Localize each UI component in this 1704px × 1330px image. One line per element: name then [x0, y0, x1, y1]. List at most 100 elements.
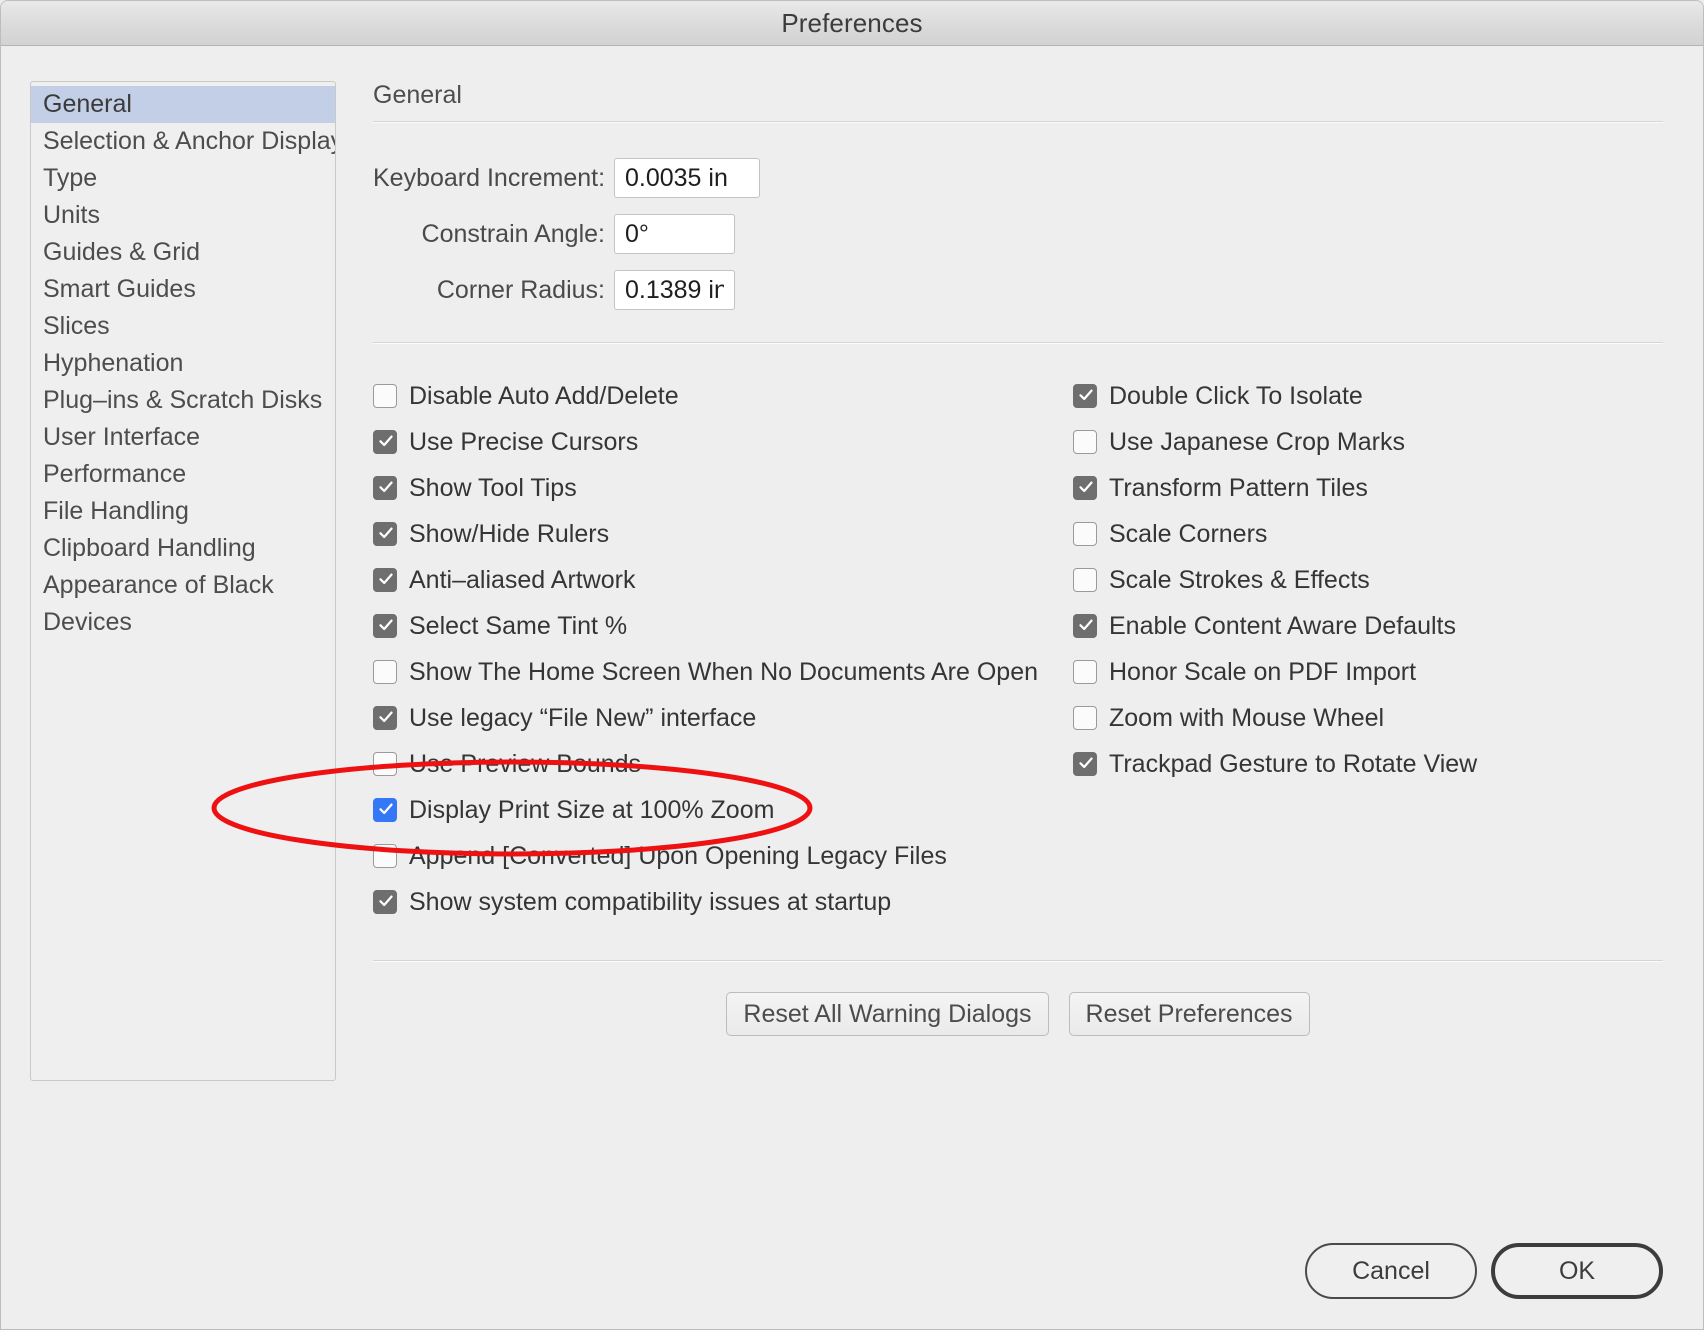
sidebar-item-appearance-of-black[interactable]: Appearance of Black: [31, 567, 335, 604]
checkbox-label: Append [Converted] Upon Opening Legacy F…: [409, 841, 947, 870]
checkbox-label: Zoom with Mouse Wheel: [1109, 703, 1385, 732]
checkbox-row[interactable]: Use Japanese Crop Marks: [1073, 419, 1633, 465]
checkbox-transform-pattern-tiles[interactable]: [1073, 476, 1097, 500]
keyboard-increment-input[interactable]: [614, 158, 760, 198]
checkbox-use-precise-cursors[interactable]: [373, 430, 397, 454]
checkbox-anti-aliased-artwork[interactable]: [373, 568, 397, 592]
checkbox-enable-content-aware-defaults[interactable]: [1073, 614, 1097, 638]
sidebar-item-label: Guides & Grid: [43, 238, 201, 266]
checkbox-zoom-with-mouse-wheel[interactable]: [1073, 706, 1097, 730]
checkbox-show-system-compatibility-issues-at-startup[interactable]: [373, 890, 397, 914]
checkbox-display-print-size-at-100-zoom[interactable]: [373, 798, 397, 822]
sidebar-item-units[interactable]: Units: [31, 197, 335, 234]
check-icon: [378, 709, 393, 725]
sidebar-item-smart-guides[interactable]: Smart Guides: [31, 271, 335, 308]
checkbox-show-tool-tips[interactable]: [373, 476, 397, 500]
checkbox-row[interactable]: Scale Strokes & Effects: [1073, 557, 1633, 603]
reset-all-warning-dialogs-button[interactable]: Reset All Warning Dialogs: [726, 992, 1049, 1036]
sidebar-item-hyphenation[interactable]: Hyphenation: [31, 345, 335, 382]
checkbox-use-preview-bounds[interactable]: [373, 752, 397, 776]
checkbox-label: Show The Home Screen When No Documents A…: [409, 657, 1039, 686]
window-title: Preferences: [781, 7, 923, 38]
checkbox-append-converted-upon-opening-legacy-files[interactable]: [373, 844, 397, 868]
checkbox-row[interactable]: Double Click To Isolate: [1073, 373, 1633, 419]
sidebar-item-label: Devices: [43, 608, 132, 636]
sidebar-item-label: Selection & Anchor Display: [43, 127, 336, 155]
checkbox-trackpad-gesture-to-rotate-view[interactable]: [1073, 752, 1097, 776]
field-row: Constrain Angle:: [373, 206, 1663, 262]
page-title: General: [373, 81, 462, 109]
checkbox-label: Use Precise Cursors: [409, 427, 639, 456]
checkbox-double-click-to-isolate[interactable]: [1073, 384, 1097, 408]
sidebar-item-type[interactable]: Type: [31, 160, 335, 197]
sidebar-item-label: User Interface: [43, 423, 201, 451]
checkbox-column-left: Disable Auto Add/Delete Use Precise Curso…: [373, 373, 1073, 925]
checkbox-scale-strokes-effects[interactable]: [1073, 568, 1097, 592]
checkbox-row[interactable]: Show Tool Tips: [373, 465, 1073, 511]
check-icon: [378, 433, 393, 449]
check-icon: [378, 801, 393, 817]
checkbox-row[interactable]: Disable Auto Add/Delete: [373, 373, 1073, 419]
sidebar-item-performance[interactable]: Performance: [31, 456, 335, 493]
checkbox-label: Anti–aliased Artwork: [409, 565, 636, 594]
checkbox-row[interactable]: Append [Converted] Upon Opening Legacy F…: [373, 833, 1073, 879]
checkbox-row[interactable]: Show system compatibility issues at star…: [373, 879, 1073, 925]
checkbox-row[interactable]: Use Preview Bounds: [373, 741, 1073, 787]
reset-preferences-button[interactable]: Reset Preferences: [1068, 992, 1310, 1036]
checkbox-row[interactable]: Display Print Size at 100% Zoom: [373, 787, 1073, 833]
checkbox-select-same-tint[interactable]: [373, 614, 397, 638]
sidebar-item-label: Slices: [43, 312, 110, 340]
preferences-category-list[interactable]: General Selection & Anchor Display Type Uni…: [30, 81, 336, 1081]
check-icon: [378, 479, 393, 495]
sidebar-item-selection-anchor-display[interactable]: Selection & Anchor Display: [31, 123, 335, 160]
checkbox-row[interactable]: Trackpad Gesture to Rotate View: [1073, 741, 1633, 787]
checkbox-row[interactable]: Zoom with Mouse Wheel: [1073, 695, 1633, 741]
checkbox-honor-scale-on-pdf-import[interactable]: [1073, 660, 1097, 684]
preferences-dialog: Preferences General Selection & Anchor Di…: [0, 0, 1704, 1330]
sidebar-item-label: Hyphenation: [43, 349, 184, 377]
constrain-angle-input[interactable]: [614, 214, 735, 254]
sidebar-item-devices[interactable]: Devices: [31, 604, 335, 641]
field-label: Keyboard Increment:: [373, 163, 606, 192]
cancel-button[interactable]: Cancel: [1305, 1243, 1477, 1299]
sidebar-item-label: Performance: [43, 460, 187, 488]
check-icon: [1078, 755, 1093, 771]
checkbox-row[interactable]: Show/Hide Rulers: [373, 511, 1073, 557]
checkbox-use-legacy-file-new-interface[interactable]: [373, 706, 397, 730]
checkbox-show-the-home-screen-when-no-documents-are-open[interactable]: [373, 660, 397, 684]
checkbox-label: Trackpad Gesture to Rotate View: [1109, 749, 1478, 778]
sidebar-item-label: Appearance of Black: [43, 571, 274, 599]
checkbox-label: Display Print Size at 100% Zoom: [409, 795, 775, 824]
checkbox-row[interactable]: Transform Pattern Tiles: [1073, 465, 1633, 511]
checkbox-row[interactable]: Honor Scale on PDF Import: [1073, 649, 1633, 695]
checkbox-row[interactable]: Select Same Tint %: [373, 603, 1073, 649]
checkbox-row[interactable]: Use legacy “File New” interface: [373, 695, 1073, 741]
sidebar-item-label: Clipboard Handling: [43, 534, 256, 562]
corner-radius-input[interactable]: [614, 270, 735, 310]
checkbox-use-japanese-crop-marks[interactable]: [1073, 430, 1097, 454]
ok-button[interactable]: OK: [1491, 1243, 1663, 1299]
sidebar-item-slices[interactable]: Slices: [31, 308, 335, 345]
checkbox-label: Use legacy “File New” interface: [409, 703, 757, 732]
checkbox-label: Double Click To Isolate: [1109, 381, 1363, 410]
sidebar-item-file-handling[interactable]: File Handling: [31, 493, 335, 530]
checkbox-scale-corners[interactable]: [1073, 522, 1097, 546]
checkbox-label: Show/Hide Rulers: [409, 519, 610, 548]
checkbox-label: Scale Corners: [1109, 519, 1268, 548]
checkbox-row[interactable]: Scale Corners: [1073, 511, 1633, 557]
checkbox-row[interactable]: Show The Home Screen When No Documents A…: [373, 649, 1073, 695]
sidebar-item-general[interactable]: General: [31, 86, 335, 123]
checkbox-show-hide-rulers[interactable]: [373, 522, 397, 546]
checkbox-label: Use Japanese Crop Marks: [1109, 427, 1405, 456]
sidebar-item-plug-ins-scratch-disks[interactable]: Plug–ins & Scratch Disks: [31, 382, 335, 419]
sidebar-item-user-interface[interactable]: User Interface: [31, 419, 335, 456]
checkbox-row[interactable]: Anti–aliased Artwork: [373, 557, 1073, 603]
checkbox-row[interactable]: Use Precise Cursors: [373, 419, 1073, 465]
checkbox-label: Show Tool Tips: [409, 473, 577, 502]
check-icon: [1078, 387, 1093, 403]
checkbox-disable-auto-add-delete[interactable]: [373, 384, 397, 408]
sidebar-item-clipboard-handling[interactable]: Clipboard Handling: [31, 530, 335, 567]
sidebar-item-guides-grid[interactable]: Guides & Grid: [31, 234, 335, 271]
checkbox-row[interactable]: Enable Content Aware Defaults: [1073, 603, 1633, 649]
checkbox-label: Scale Strokes & Effects: [1109, 565, 1370, 594]
